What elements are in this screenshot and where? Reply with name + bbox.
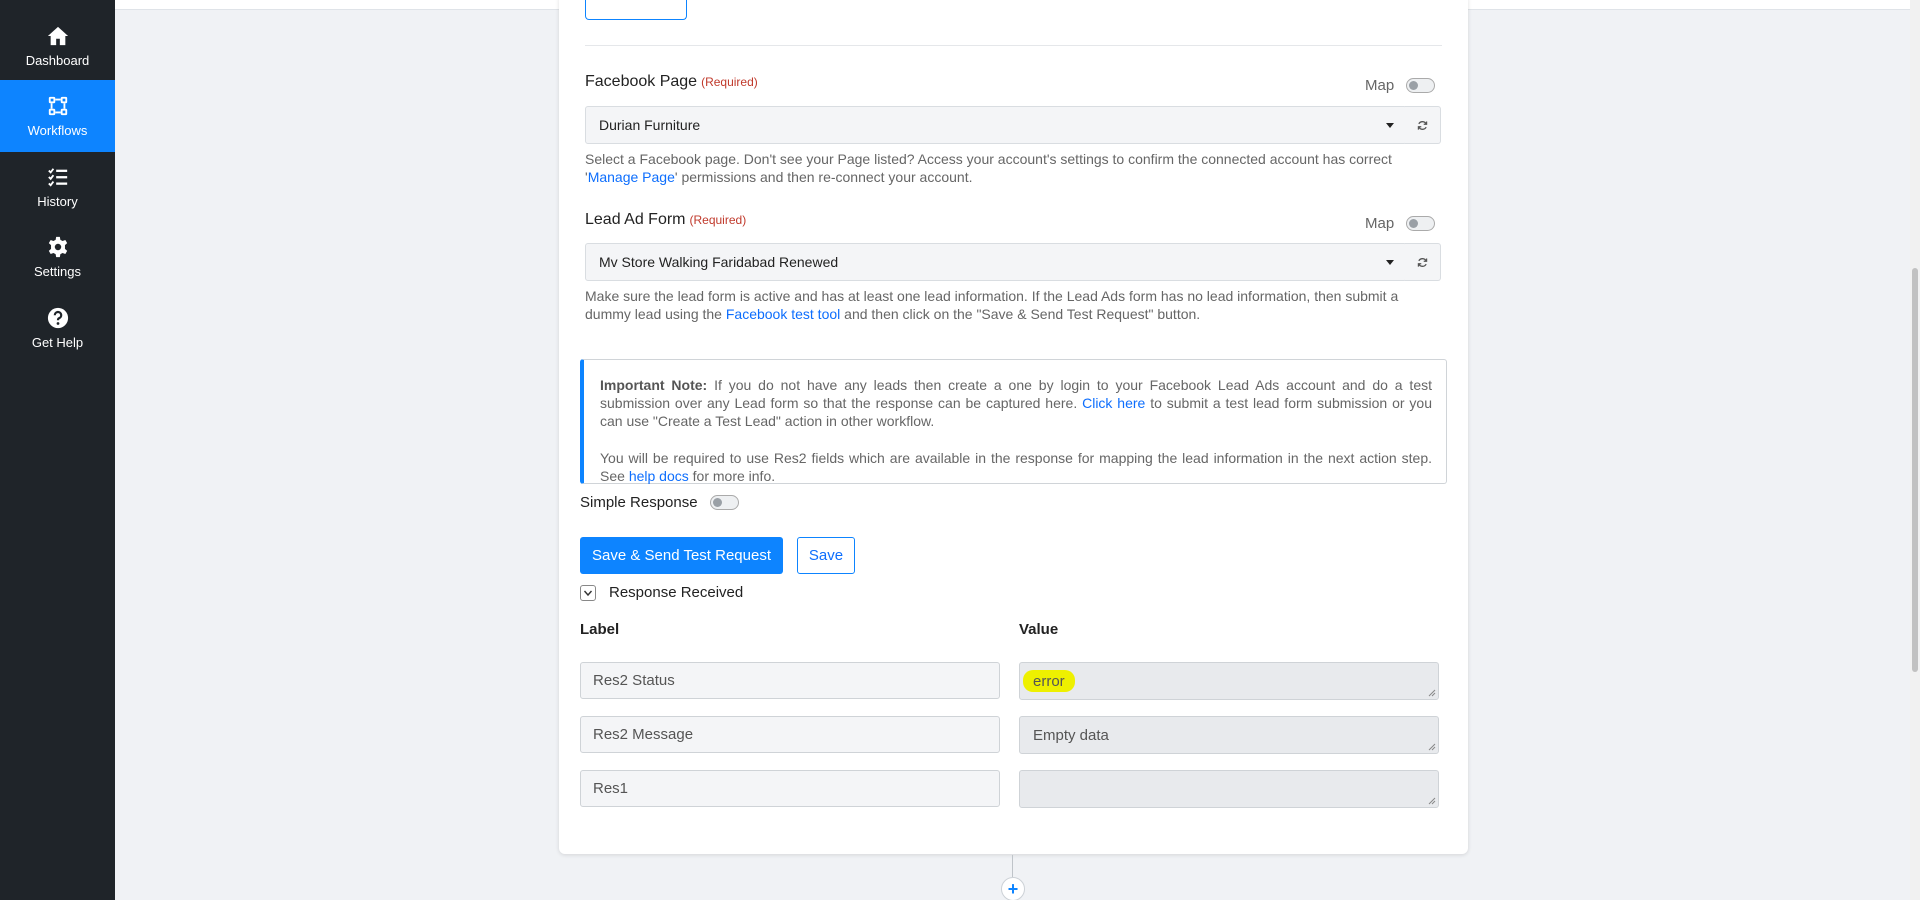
sidebar-item-label: History [37, 193, 78, 209]
add-step-button[interactable]: + [1001, 877, 1025, 900]
simple-response: Simple Response [580, 494, 739, 511]
facebook-page-select[interactable]: Durian Furniture [585, 106, 1407, 144]
response-value-field[interactable]: error [1019, 662, 1439, 700]
value-column-header: Value [1019, 621, 1059, 638]
lead-ad-form-label: Lead Ad Form (Required) [585, 211, 747, 228]
workflow-icon [48, 96, 67, 115]
map-toggle[interactable] [1406, 216, 1436, 231]
response-value-field[interactable]: Empty data [1019, 716, 1439, 754]
response-label-field[interactable]: Res2 Message [580, 716, 1000, 753]
sidebar: Dashboard Workflows History Settings Get… [0, 0, 115, 900]
lead-ad-form-value: Mv Store Walking Faridabad Renewed [599, 254, 839, 270]
trigger-config-card: Facebook Page (Required) Map Durian Furni… [559, 0, 1468, 854]
resize-grip-icon[interactable] [1428, 689, 1436, 697]
response-collapse-toggle[interactable] [580, 584, 596, 601]
sidebar-item-history[interactable]: History [0, 151, 115, 223]
lead-ad-form-help: Make sure the lead form is active and ha… [585, 288, 1399, 322]
highlighted-value: error [1023, 670, 1075, 692]
sidebar-item-settings[interactable]: Settings [0, 221, 115, 293]
required-marker: (Required) [701, 75, 758, 89]
required-marker: (Required) [689, 213, 747, 227]
divider [585, 45, 1442, 46]
facebook-page-label: Facebook Page (Required) [585, 73, 758, 90]
resize-grip-icon[interactable] [1428, 797, 1436, 805]
sidebar-item-workflows[interactable]: Workflows [0, 80, 115, 152]
sidebar-item-dashboard[interactable]: Dashboard [0, 10, 115, 82]
gear-icon [48, 236, 67, 257]
sidebar-item-get-help[interactable]: Get Help [0, 292, 115, 364]
map-toggle[interactable] [1406, 78, 1436, 93]
sidebar-item-label: Dashboard [25, 52, 90, 68]
facebook-test-tool-link[interactable]: Facebook test tool [726, 306, 840, 322]
simple-response-label: Simple Response [580, 494, 698, 511]
response-received[interactable]: Response Received [580, 584, 743, 601]
response-label-field[interactable]: Res1 [580, 770, 1000, 807]
refresh-icon [1417, 257, 1428, 267]
page-scrollbar[interactable] [1910, 0, 1920, 900]
save-send-test-button[interactable]: Save & Send Test Request [580, 537, 783, 574]
lead-ad-form-refresh[interactable] [1405, 243, 1441, 281]
question-icon [47, 307, 68, 328]
facebook-page-refresh[interactable] [1405, 106, 1441, 144]
lead-ad-form-map[interactable]: Map [1365, 215, 1436, 232]
step-connector [1012, 855, 1013, 877]
note-title: Important Note: [600, 377, 708, 393]
label-column-header: Label [580, 621, 620, 638]
resize-grip-icon[interactable] [1428, 743, 1436, 751]
map-label: Map [1365, 215, 1395, 232]
important-note: Important Note: If you do not have any l… [580, 359, 1447, 484]
sidebar-item-label: Get Help [31, 334, 84, 350]
home-icon [47, 26, 68, 45]
refresh-icon [1417, 120, 1428, 130]
facebook-page-help: Select a Facebook page. Don't see your P… [585, 151, 1392, 185]
chevron-down-icon [1386, 260, 1394, 265]
save-button[interactable]: Save [797, 537, 855, 574]
chevron-down-icon [1386, 123, 1394, 128]
click-here-link[interactable]: Click here [1082, 395, 1145, 411]
response-label-field[interactable]: Res2 Status [580, 662, 1000, 699]
simple-response-toggle[interactable] [709, 495, 739, 510]
help-docs-link[interactable]: help docs [629, 468, 689, 484]
lead-ad-form-select[interactable]: Mv Store Walking Faridabad Renewed [585, 243, 1407, 281]
chevron-down-icon [583, 590, 593, 596]
facebook-page-map[interactable]: Map [1365, 77, 1436, 94]
facebook-page-value: Durian Furniture [599, 117, 701, 133]
sidebar-item-label: Settings [34, 263, 81, 279]
map-label: Map [1365, 77, 1395, 94]
response-received-label: Response Received [609, 584, 744, 601]
list-check-icon [47, 167, 67, 187]
response-value-field[interactable] [1019, 770, 1439, 808]
previous-button-edge[interactable] [585, 0, 687, 20]
scrollbar-thumb[interactable] [1912, 268, 1918, 672]
sidebar-item-label: Workflows [27, 122, 88, 138]
manage-page-link[interactable]: Manage Page [588, 169, 675, 185]
